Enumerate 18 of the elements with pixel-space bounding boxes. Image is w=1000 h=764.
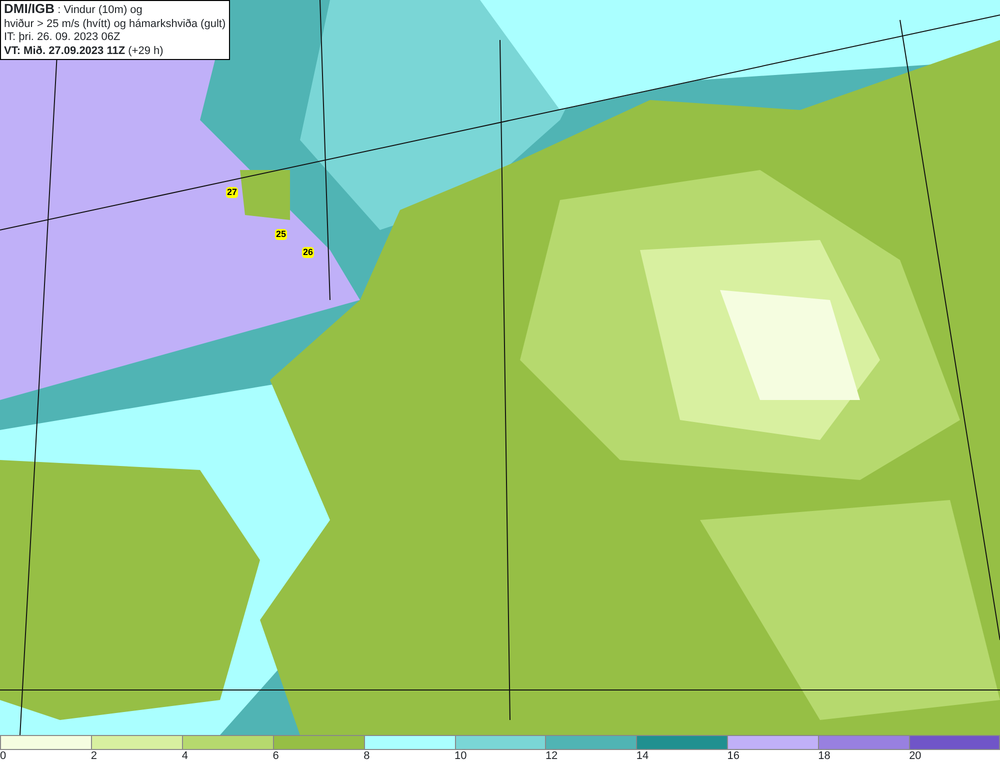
- gust-label: 26: [302, 247, 314, 258]
- gust-label: 25: [275, 229, 288, 240]
- legend-label: 16: [727, 750, 740, 763]
- legend-label: 12: [545, 750, 558, 763]
- gust-label: 27: [226, 187, 238, 198]
- title-line: IT: þri. 26. 09. 2023 06Z: [4, 31, 122, 44]
- title-line: DMI/IGB : Vindur (10m) og: [4, 2, 144, 18]
- legend-label: 20: [909, 750, 922, 763]
- legend-label: 4: [182, 750, 188, 763]
- legend-label: 18: [818, 750, 830, 763]
- legend-label: 2: [90, 750, 98, 763]
- legend-label: 6: [272, 750, 279, 763]
- legend-label: 14: [636, 750, 649, 763]
- legend-label: 10: [454, 750, 467, 763]
- title-line: VT: Mið. 27.09.2023 11Z (+29 h): [4, 44, 164, 58]
- title-line: hviður > 25 m/s (hvítt) og hámarkshviða (gult): [4, 18, 226, 31]
- legend-label: 0: [0, 750, 6, 763]
- legend-label: 8: [364, 750, 370, 763]
